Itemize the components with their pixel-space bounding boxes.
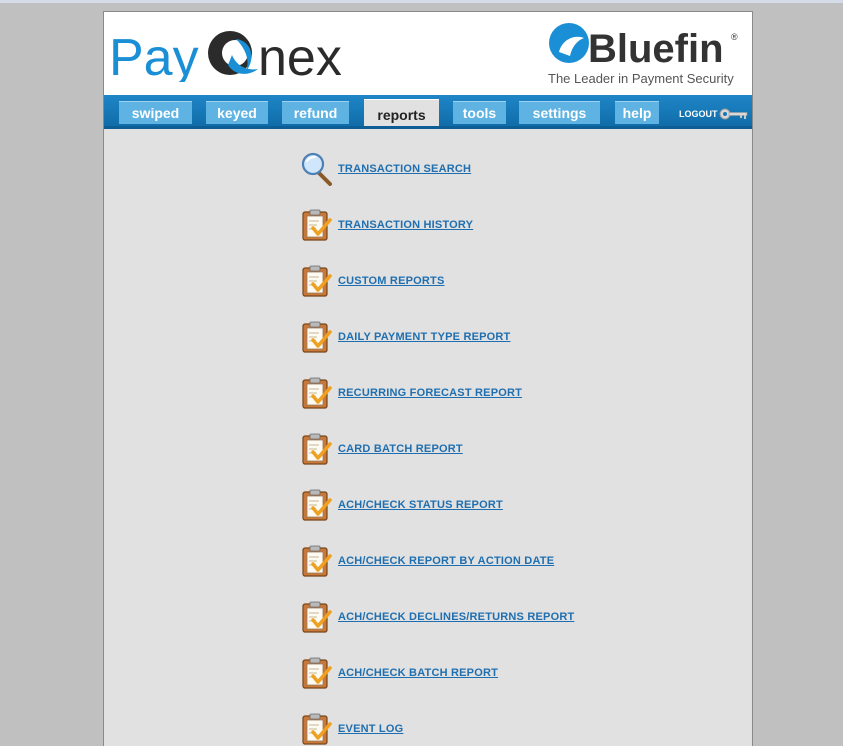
- bluefin-registered-mark: ®: [731, 32, 738, 42]
- report-list-item: TRANSACTION HISTORY: [301, 204, 701, 260]
- report-link[interactable]: DAILY PAYMENT TYPE REPORT: [338, 331, 510, 343]
- report-link[interactable]: RECURRING FORECAST REPORT: [338, 387, 522, 399]
- tab-help-label: help: [622, 105, 652, 121]
- tab-refund[interactable]: refund: [282, 101, 349, 124]
- tab-swiped[interactable]: swiped: [119, 101, 192, 124]
- clipboard-check-icon[interactable]: [301, 712, 333, 746]
- report-link[interactable]: ACH/CHECK REPORT BY ACTION DATE: [338, 555, 554, 567]
- report-list-item: CUSTOM REPORTS: [301, 260, 701, 316]
- report-list-item: RECURRING FORECAST REPORT: [301, 372, 701, 428]
- main-navigation: swiped keyed refund reports tools settin…: [104, 95, 752, 129]
- clipboard-check-icon[interactable]: [301, 432, 333, 466]
- tab-keyed[interactable]: keyed: [206, 101, 268, 124]
- bluefin-tagline: The Leader in Payment Security: [548, 71, 734, 86]
- tab-settings-label: settings: [532, 105, 587, 121]
- logout-link[interactable]: LOGOUT: [679, 108, 749, 120]
- window-top-strip: [0, 0, 843, 3]
- report-list-item: TRANSACTION SEARCH: [301, 148, 701, 204]
- paycon-logo-right: nex: [258, 29, 342, 82]
- clipboard-check-icon[interactable]: [301, 656, 333, 690]
- bluefin-name: Bluefin: [588, 27, 724, 71]
- report-list-item: ACH/CHECK DECLINES/RETURNS REPORT: [301, 596, 701, 652]
- report-link[interactable]: ACH/CHECK BATCH REPORT: [338, 667, 498, 679]
- report-link[interactable]: CARD BATCH REPORT: [338, 443, 463, 455]
- report-list-item: DAILY PAYMENT TYPE REPORT: [301, 316, 701, 372]
- tab-keyed-label: keyed: [217, 105, 257, 121]
- report-list-item: ACH/CHECK REPORT BY ACTION DATE: [301, 540, 701, 596]
- bluefin-fin-icon: [549, 23, 589, 63]
- tab-tools[interactable]: tools: [453, 101, 506, 124]
- logout-label: LOGOUT: [679, 109, 718, 119]
- report-link[interactable]: TRANSACTION SEARCH: [338, 163, 471, 175]
- clipboard-check-icon[interactable]: [301, 320, 333, 354]
- report-list-item: ACH/CHECK STATUS REPORT: [301, 484, 701, 540]
- tab-settings[interactable]: settings: [519, 101, 600, 124]
- header: Pay nex Bluefin ® The Leader in Payment …: [104, 12, 752, 95]
- report-link[interactable]: ACH/CHECK DECLINES/RETURNS REPORT: [338, 611, 574, 623]
- clipboard-check-icon[interactable]: [301, 208, 333, 242]
- report-link[interactable]: CUSTOM REPORTS: [338, 275, 445, 287]
- report-link[interactable]: ACH/CHECK STATUS REPORT: [338, 499, 503, 511]
- clipboard-check-icon[interactable]: [301, 600, 333, 634]
- clipboard-check-icon[interactable]: [301, 488, 333, 522]
- magnifier-icon[interactable]: [301, 152, 333, 186]
- report-list-item: ACH/CHECK BATCH REPORT: [301, 652, 701, 708]
- tab-reports-label: reports: [377, 106, 426, 123]
- report-link[interactable]: EVENT LOG: [338, 723, 403, 735]
- tab-reports[interactable]: reports: [364, 99, 439, 129]
- tab-swiped-label: swiped: [131, 105, 180, 121]
- tab-refund-label: refund: [293, 105, 338, 121]
- paycon-logo-o-mark: [208, 31, 258, 75]
- clipboard-check-icon[interactable]: [301, 264, 333, 298]
- paycon-logo-left: Pay: [109, 29, 199, 82]
- report-list-item: CARD BATCH REPORT: [301, 428, 701, 484]
- key-icon: [719, 108, 747, 120]
- report-list-item: EVENT LOG: [301, 708, 701, 746]
- clipboard-check-icon[interactable]: [301, 376, 333, 410]
- report-link[interactable]: TRANSACTION HISTORY: [338, 219, 473, 231]
- bluefin-logo: Bluefin ® The Leader in Payment Security: [548, 23, 738, 86]
- tab-tools-label: tools: [462, 105, 497, 121]
- navbar-bottom-line: [104, 126, 752, 129]
- clipboard-check-icon[interactable]: [301, 544, 333, 578]
- tab-help[interactable]: help: [615, 101, 659, 124]
- paycon-logo: Pay nex: [109, 29, 342, 82]
- reports-list: TRANSACTION SEARCH TRANSACTION HISTORY CUS…: [301, 148, 701, 746]
- app-frame: Pay nex Bluefin ® The Leader in Payment …: [103, 11, 753, 746]
